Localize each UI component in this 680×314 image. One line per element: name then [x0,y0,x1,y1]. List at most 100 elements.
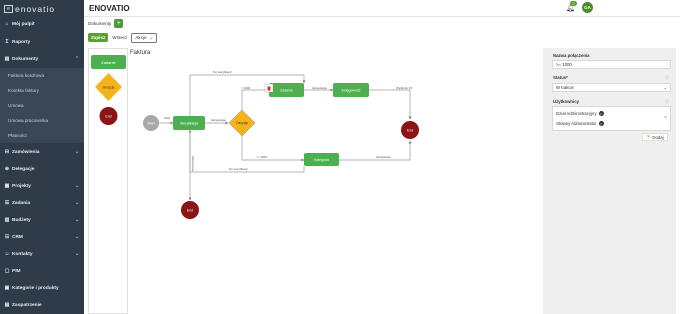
home-icon: ⌂ [5,21,9,27]
chevron-down-icon: ⌄ [75,217,80,223]
edge-label: > 1000 [241,86,251,90]
info-icon[interactable]: ⓘ [665,75,669,81]
node-start[interactable]: Start [143,115,159,131]
sidebar-item-zadania[interactable]: ☰ Zadania ⌄ [0,195,84,211]
actions-dropdown[interactable]: Akcje ⌄ [131,32,158,43]
sidebar-item-kontakty[interactable]: ☺ Kontakty ⌄ [0,246,84,262]
svg-text:End: End [187,208,193,212]
edge-do-weryfikacji-bottom[interactable] [188,129,305,173]
node-ksiegowosc[interactable]: Księgowość [333,83,369,97]
chevron-down-icon: ⌄ [75,200,80,206]
sidebar-item-budzety[interactable]: ▥ Budżety ⌄ [0,212,84,228]
palette-step[interactable]: Zadanie [91,55,126,69]
sidebar-item-label: Delegacje [12,166,35,172]
avatar[interactable]: GA [582,2,593,13]
edge-le-1000[interactable] [241,136,305,162]
sidebar-item-label: Budżety [12,217,31,223]
document-icon: ▤ [4,56,10,62]
edge-gt-1000[interactable] [241,88,270,110]
sidebar-item-crm[interactable]: ☷ CRM ⌄ [0,229,84,245]
logo-text: enovatio [15,4,56,14]
sidebar-item-raporty[interactable]: Σ Raporty [0,34,84,50]
add-user-button[interactable]: ⏷ Dodaj [642,133,668,141]
status-value: W trakcie [556,85,574,90]
tasks-icon: ☰ [4,200,10,206]
svg-text:Zadanie: Zadanie [101,60,116,65]
globe-icon: ⊕ [4,166,10,172]
edge-label: Do weryfikacji [229,167,248,171]
edge-wyslij[interactable] [369,89,412,120]
workflow-canvas[interactable]: Faktura Do weryfikacji > 1000 Akceptacja… [128,48,540,314]
svg-text:End: End [407,128,413,132]
sidebar-item-zamowienia[interactable]: ⊟ Zamówienia ⌄ [0,144,84,160]
chevron-down-icon: ⌄ [75,183,80,189]
sidebar-item-dokumenty[interactable]: ▤ Dokumenty ⌃ [0,51,84,67]
edge-label: Akceptacja [376,155,391,159]
info-icon[interactable]: ⓘ [665,99,669,105]
sidebar-subitem-platnosci[interactable]: Płatności [0,128,84,143]
save-button[interactable]: Zapisz [88,33,109,42]
app-title: ENOVATIO [89,4,130,13]
edge-label: Start [164,116,171,120]
chevron-down-icon: ⌄ [75,234,80,240]
clear-users-icon[interactable]: × [664,115,667,121]
palette-decision[interactable]: Decyzja [95,73,122,101]
condition-name-field[interactable]: >= 1000 [552,60,671,69]
edge-label: <= 1000 [256,155,267,159]
svg-text:Decyzja: Decyzja [103,86,115,90]
status-select[interactable]: W trakcie ⌄ [552,83,671,92]
sidebar-item-label: Zadania [12,200,31,206]
edge-label: Odrzucenie [191,156,195,172]
toolbar: Zapisz Wstecz Akcje ⌄ [88,32,158,43]
breadcrumb-dokumenty[interactable]: Dokumenty [88,21,111,26]
crm-icon: ☷ [4,234,10,240]
supply-icon: ▤ [4,302,10,308]
delete-icon[interactable] [264,83,274,93]
sidebar-item-label: CRM [12,234,23,240]
sidebar-item-delegacje[interactable]: ⊕ Delegacje [0,161,84,177]
svg-text:Start: Start [147,121,154,125]
node-decyzja[interactable]: Decyzja [228,109,256,137]
remove-user-icon[interactable]: × [598,111,604,116]
node-zadanie[interactable]: Zadanie [269,83,304,97]
sidebar-subitem-umowa[interactable]: Umowa [0,98,84,113]
cart-icon: ⊟ [4,149,10,155]
add-document-button[interactable]: + [114,18,124,28]
users-box: Dział Administracyjny × Główny Administr… [552,106,671,131]
sidebar-item-label: Dokumenty [12,56,39,62]
svg-text:Księgowość: Księgowość [342,88,361,92]
node-kategoria[interactable]: Kategoria [304,153,339,166]
properties-panel: Nazwa połączenia >= 1000 Status* ⓘ W tra… [543,48,676,314]
sidebar-item-zaopatrzenie[interactable]: ▤ Zaopatrzenie [0,297,84,313]
svg-text:Kategoria: Kategoria [314,158,329,162]
logo-icon: e [4,5,13,13]
logo[interactable]: e enovatio [4,4,78,14]
edge-label: Akceptacja [312,86,327,90]
sidebar-subitem-umowa-pracownika[interactable]: Umowa pracownika [0,113,84,128]
node-end-right[interactable]: End [401,121,419,139]
user-chip: Dział Administracyjny × [556,111,604,116]
back-button[interactable]: Wstecz [112,35,127,40]
sidebar-item-pim[interactable]: ▢ PIM [0,263,84,279]
folder-icon: ▦ [4,183,10,189]
sidebar-item-label: Zaopatrzenie [12,302,42,308]
node-weryfikacja[interactable]: Weryfikacja [173,116,205,130]
sidebar-subitem-korekta-faktury[interactable]: Korekta faktury [0,83,84,98]
sidebar-subitem-faktura-kosztowa[interactable]: Faktura kosztowa [0,68,84,83]
chevron-down-icon: ⌄ [75,149,80,155]
app-root: e enovatio ⌂ Mój pulpit Σ Raporty ▤ Doku… [0,0,680,314]
svg-text:Decyzja: Decyzja [236,121,248,125]
sidebar-item-kategorie[interactable]: ▣ Kategorie i produkty [0,280,84,296]
element-palette: Zadanie Decyzja End [88,48,128,314]
sidebar-item-moj-pulpit[interactable]: ⌂ Mój pulpit [0,16,84,32]
remove-user-icon[interactable]: × [598,121,604,126]
node-end-bottom[interactable]: End [181,201,199,219]
sidebar-item-projekty[interactable]: ▦ Projekty ⌄ [0,178,84,194]
palette-end[interactable]: End [99,107,118,125]
chevron-down-icon: ⌄ [149,34,154,40]
sidebar-item-label: Projekty [12,183,31,189]
condition-name-label: Nazwa połączenia [553,53,590,58]
sidebar-item-label: Kontakty [12,251,33,257]
sidebar-item-label: PIM [12,268,21,274]
edge-akceptacja-3[interactable] [339,140,412,161]
